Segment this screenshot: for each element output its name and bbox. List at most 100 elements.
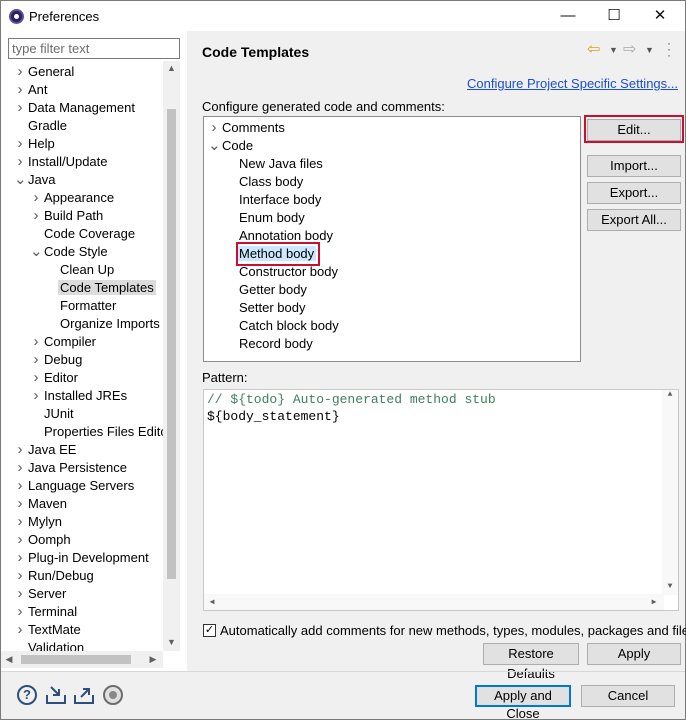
pattern-scroll-up-icon[interactable]: ▲	[662, 390, 678, 399]
sidebar-item-help[interactable]: › Help	[18, 135, 55, 153]
chevron-right-icon[interactable]: ›	[14, 477, 26, 495]
export-all-button[interactable]: Export All...	[587, 209, 681, 231]
sidebar-item-general[interactable]: › General	[18, 63, 75, 81]
sidebar-item-plug-in-development[interactable]: › Plug-in Development	[18, 549, 149, 567]
sidebar-item-gradle[interactable]: Gradle	[28, 117, 67, 135]
forward-dropdown-icon[interactable]: ▼	[645, 45, 654, 55]
export-preferences-icon[interactable]	[73, 685, 94, 705]
restore-defaults-button[interactable]: Restore Defaults	[483, 643, 579, 681]
maximize-button[interactable]: ☐	[591, 1, 637, 31]
chevron-down-icon[interactable]: ⌄	[208, 137, 221, 155]
filter-input[interactable]	[8, 38, 180, 59]
sidebar-item-editor[interactable]: › Editor	[34, 369, 78, 387]
cancel-button[interactable]: Cancel	[581, 685, 675, 707]
sidebar-item-mylyn[interactable]: › Mylyn	[18, 513, 62, 531]
template-item-record-body[interactable]: Record body	[239, 335, 313, 353]
chevron-right-icon[interactable]: ›	[14, 81, 26, 99]
template-item-new-java-files[interactable]: New Java files	[239, 155, 323, 173]
chevron-down-icon[interactable]: ⌄	[14, 171, 27, 189]
chevron-right-icon[interactable]: ›	[30, 387, 42, 405]
sidebar-item-oomph[interactable]: › Oomph	[18, 531, 71, 549]
configure-project-settings-link[interactable]: Configure Project Specific Settings...	[467, 76, 678, 91]
scroll-right-icon[interactable]: ▶	[147, 654, 159, 665]
chevron-right-icon[interactable]: ›	[30, 351, 42, 369]
chevron-right-icon[interactable]: ›	[14, 531, 26, 549]
pattern-vertical-scrollbar[interactable]: ▲ ▼	[662, 390, 678, 595]
export-button[interactable]: Export...	[587, 182, 681, 204]
chevron-right-icon[interactable]: ›	[14, 603, 26, 621]
template-item-method-body[interactable]: Method body	[237, 245, 317, 263]
sidebar-vertical-scrollbar[interactable]: ▲ ▼	[163, 61, 180, 651]
forward-arrow-icon[interactable]: ⇨	[623, 39, 636, 59]
sidebar-item-debug[interactable]: › Debug	[34, 351, 83, 369]
chevron-right-icon[interactable]: ›	[30, 333, 42, 351]
chevron-right-icon[interactable]: ›	[14, 135, 26, 153]
chevron-right-icon[interactable]: ›	[14, 513, 26, 531]
chevron-down-icon[interactable]: ⌄	[30, 243, 43, 261]
template-item-catch-block-body[interactable]: Catch block body	[239, 317, 339, 335]
sidebar-item-language-servers[interactable]: › Language Servers	[18, 477, 135, 495]
chevron-right-icon[interactable]: ›	[14, 153, 26, 171]
sidebar-item-java[interactable]: ⌄ Java	[14, 171, 55, 189]
back-arrow-icon[interactable]: ⇦	[587, 39, 600, 59]
sidebar-horizontal-scrollbar[interactable]: ◀ ▶	[1, 651, 163, 668]
sidebar-item-data-management[interactable]: › Data Management	[18, 99, 135, 117]
chevron-right-icon[interactable]: ›	[14, 567, 26, 585]
sidebar-item-maven[interactable]: › Maven	[18, 495, 68, 513]
sidebar-scroll-thumb[interactable]	[167, 109, 176, 579]
sidebar-item-clean-up[interactable]: Clean Up	[60, 261, 114, 279]
apply-button[interactable]: Apply	[587, 643, 681, 665]
pattern-horizontal-scrollbar[interactable]: ◀ ▶	[204, 594, 664, 610]
sidebar-item-appearance[interactable]: › Appearance	[34, 189, 115, 207]
sidebar-item-ant[interactable]: › Ant	[18, 81, 48, 99]
close-button[interactable]: ✕	[637, 1, 683, 31]
auto-comments-checkbox[interactable]: ✓	[203, 624, 216, 637]
edit-button[interactable]: Edit...	[587, 119, 681, 141]
sidebar-item-organize-imports[interactable]: Organize Imports	[60, 315, 160, 333]
view-menu-icon[interactable]: · · ·	[667, 37, 671, 61]
template-item-interface-body[interactable]: Interface body	[239, 191, 321, 209]
template-item-code[interactable]: ⌄ Code	[208, 137, 253, 155]
sidebar-item-java-ee[interactable]: › Java EE	[18, 441, 77, 459]
pattern-scroll-down-icon[interactable]: ▼	[662, 582, 678, 591]
chevron-right-icon[interactable]: ›	[30, 369, 42, 387]
back-dropdown-icon[interactable]: ▼	[609, 45, 618, 55]
scroll-down-icon[interactable]: ▼	[163, 637, 180, 647]
template-item-setter-body[interactable]: Setter body	[239, 299, 306, 317]
template-item-getter-body[interactable]: Getter body	[239, 281, 307, 299]
template-item-class-body[interactable]: Class body	[239, 173, 303, 191]
sidebar-item-code-coverage[interactable]: Code Coverage	[44, 225, 135, 243]
record-icon[interactable]	[103, 685, 123, 705]
chevron-right-icon[interactable]: ›	[14, 585, 26, 603]
sidebar-item-installed-jres[interactable]: › Installed JREs	[34, 387, 128, 405]
chevron-right-icon[interactable]: ›	[208, 119, 220, 137]
sidebar-item-build-path[interactable]: › Build Path	[34, 207, 104, 225]
pattern-editor[interactable]: // ${todo} Auto-generated method stub ${…	[203, 389, 679, 611]
apply-and-close-button[interactable]: Apply and Close	[475, 685, 571, 720]
sidebar-item-java-persistence[interactable]: › Java Persistence	[18, 459, 128, 477]
sidebar-item-code-templates[interactable]: Code Templates	[58, 279, 156, 297]
sidebar-item-run-debug[interactable]: › Run/Debug	[18, 567, 94, 585]
template-item-annotation-body[interactable]: Annotation body	[239, 227, 333, 245]
template-item-comments[interactable]: › Comments	[212, 119, 285, 137]
scroll-up-icon[interactable]: ▲	[163, 63, 180, 73]
chevron-right-icon[interactable]: ›	[30, 189, 42, 207]
sidebar-item-server[interactable]: › Server	[18, 585, 67, 603]
chevron-right-icon[interactable]: ›	[14, 549, 26, 567]
chevron-right-icon[interactable]: ›	[14, 99, 26, 117]
sidebar-item-compiler[interactable]: › Compiler	[34, 333, 97, 351]
template-item-enum-body[interactable]: Enum body	[239, 209, 305, 227]
sidebar-item-terminal[interactable]: › Terminal	[18, 603, 78, 621]
chevron-right-icon[interactable]: ›	[14, 459, 26, 477]
chevron-right-icon[interactable]: ›	[14, 441, 26, 459]
pattern-scroll-left-icon[interactable]: ◀	[206, 597, 218, 607]
pattern-scroll-right-icon[interactable]: ▶	[648, 597, 660, 607]
sidebar-item-properties-files-editor[interactable]: Properties Files Editor	[44, 423, 163, 441]
chevron-right-icon[interactable]: ›	[14, 621, 26, 639]
import-preferences-icon[interactable]	[45, 685, 66, 705]
sidebar-hscroll-thumb[interactable]	[21, 655, 131, 664]
sidebar-item-formatter[interactable]: Formatter	[60, 297, 116, 315]
minimize-button[interactable]: —	[545, 1, 591, 31]
sidebar-item-code-style[interactable]: ⌄ Code Style	[30, 243, 108, 261]
chevron-right-icon[interactable]: ›	[14, 63, 26, 81]
